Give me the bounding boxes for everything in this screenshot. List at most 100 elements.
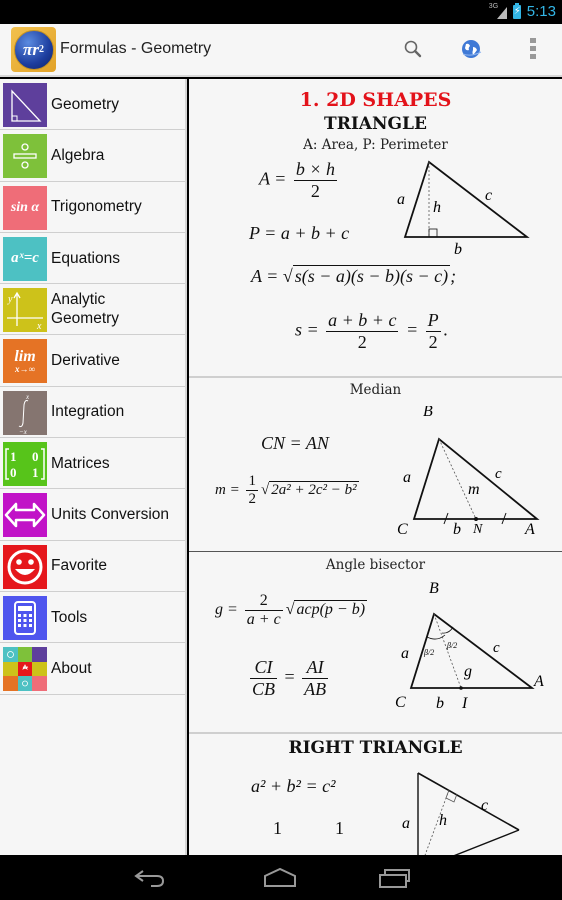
semi-perimeter-formula: s = a + b + c2 = P2. <box>295 310 448 353</box>
median-diagram: B C A N a b c m <box>397 406 540 538</box>
svg-text:x: x <box>36 321 42 332</box>
bisector-heading: Angle bisector <box>325 557 426 573</box>
label-line-1: Analytic <box>51 291 106 309</box>
ratio-numerator-2: AI <box>302 657 329 679</box>
m-lhs: m = <box>215 481 240 498</box>
recent-apps-button[interactable] <box>375 863 415 893</box>
s-fraction-2: P2 <box>425 310 441 353</box>
label-a: a <box>397 191 405 208</box>
sidebar-item-integration[interactable]: x −x Integration <box>0 387 185 439</box>
label-A: A <box>524 521 535 538</box>
sidebar-item-label: Tools <box>51 608 88 626</box>
ratio-denominator-2: AB <box>304 679 327 699</box>
median-block: Median CN = AN m = 1 2 √ 2a² + 2c² − b² B C… <box>189 378 562 551</box>
sidebar-item-favorite[interactable]: Favorite <box>0 541 185 592</box>
sidebar-item-derivative[interactable]: lim x→∞ Derivative <box>0 335 185 387</box>
sidebar-item-algebra[interactable]: Algebra <box>0 130 185 182</box>
shape-title: TRIANGLE <box>324 114 427 134</box>
s-lhs: s = <box>295 319 319 340</box>
s-denominator-2: 2 <box>428 332 438 352</box>
shape-subtitle: A: Area, P: Perimeter <box>303 137 448 153</box>
svg-text:0: 0 <box>10 465 17 480</box>
label-B: B <box>429 580 439 597</box>
svg-text:1: 1 <box>32 465 39 480</box>
ratio-numerator-1: CI <box>250 657 278 679</box>
back-button[interactable] <box>130 863 170 893</box>
search-button[interactable] <box>398 34 428 64</box>
ratio-fraction-1: CI CB <box>250 657 278 700</box>
median-formula: m = 1 2 √ 2a² + 2c² − b² <box>215 473 359 507</box>
sidebar-item-geometry[interactable]: Geometry <box>0 79 185 131</box>
label-N: N <box>472 522 483 537</box>
heron-tail: ; <box>450 266 457 286</box>
sidebar-item-about[interactable]: About <box>0 643 185 695</box>
bisector-formula: g = 2a + c √ acp(p − b) <box>215 592 368 629</box>
icon-text: aˣ=c <box>11 250 39 267</box>
label-b: b <box>436 695 444 712</box>
back-icon <box>134 870 165 887</box>
label-C: C <box>397 521 408 538</box>
ratio-denominator-1: CB <box>252 679 276 699</box>
system-nav-bar <box>0 855 562 900</box>
bisector-diagram: B C A I a b c g β/2 β/2 <box>395 580 544 712</box>
sidebar-item-label: Integration <box>51 403 125 421</box>
sidebar-item-matrices[interactable]: 1 0 0 1 Matrices <box>0 438 185 490</box>
svg-text:−x: −x <box>19 428 28 435</box>
home-button[interactable] <box>260 863 300 893</box>
integral-icon: x −x <box>3 390 47 435</box>
label-half-angle-1: β/2 <box>423 648 434 657</box>
label-B: B <box>423 406 433 420</box>
label-m: m <box>468 481 480 498</box>
heron-radicand: s(s − a)(s − b)(s − c) <box>292 265 451 286</box>
overflow-menu-button[interactable] <box>518 34 548 64</box>
g-numerator: 2 <box>244 592 283 611</box>
clock: 5:13 <box>526 3 556 20</box>
label-line-2: Geometry <box>51 310 120 328</box>
label-c: c <box>481 797 488 814</box>
app-icon-text: πr <box>23 39 39 59</box>
g-denominator: a + c <box>246 611 281 628</box>
sidebar: Geometry Algebra sin α Trigonometry aˣ=c… <box>0 79 187 855</box>
label-g: g <box>464 663 472 680</box>
battery-charging-icon: ⚡ <box>512 2 521 19</box>
signal-icon: 3G <box>489 3 507 20</box>
label-h: h <box>439 812 447 829</box>
g-fraction: 2a + c <box>244 592 283 629</box>
sidebar-item-tools[interactable]: Tools <box>0 592 185 644</box>
sidebar-item-label: About <box>51 659 92 677</box>
overflow-menu-icon <box>530 38 536 59</box>
icon-text: sin α <box>10 199 40 215</box>
sidebar-item-label: Algebra <box>51 146 105 164</box>
sidebar-item-trigonometry[interactable]: sin α Trigonometry <box>0 182 185 233</box>
right-triangle-diagram: a h c <box>402 772 520 855</box>
svg-text:0: 0 <box>32 449 39 464</box>
language-button[interactable] <box>456 34 486 64</box>
section-title: 1. 2D SHAPES <box>299 89 452 111</box>
status-bar: 3G ⚡ 5:13 <box>0 0 562 24</box>
triangle-diagram: a h c b <box>397 160 530 257</box>
ratio-equals: = <box>284 666 295 687</box>
svg-text:x: x <box>25 393 30 401</box>
home-icon <box>264 867 296 887</box>
sidebar-item-equations[interactable]: aˣ=c Equations <box>0 233 185 285</box>
label-b: b <box>454 241 462 257</box>
axes-icon: y x <box>3 288 47 333</box>
formula-content[interactable]: 1. 2D SHAPES TRIANGLE A: Area, P: Perime… <box>189 79 562 855</box>
partial-formula-1: 1 <box>273 818 282 838</box>
sidebar-item-analytic-geometry[interactable]: y x Analytic Geometry <box>0 284 185 336</box>
matrix-icon: 1 0 0 1 <box>3 442 47 487</box>
s-numerator: a + b + c <box>326 310 399 332</box>
sidebar-item-label: Units Conversion <box>51 506 170 524</box>
area-formula: A = b × h2 <box>259 159 340 202</box>
label-c: c <box>485 187 492 204</box>
sidebar-item-units-conversion[interactable]: Units Conversion <box>0 489 185 541</box>
app-icon[interactable]: πr 2 <box>11 27 56 72</box>
svg-text:1: 1 <box>10 449 17 464</box>
area-fraction: b × h2 <box>293 159 337 202</box>
s-tail: . <box>443 319 449 340</box>
triangle-formulas: A = b × h2 P = a + b + c a h c b <box>189 153 562 258</box>
ratio-fraction-2: AI AB <box>302 657 329 700</box>
median-heading: Median <box>349 382 402 398</box>
area-lhs: A = <box>259 168 287 189</box>
bisector-ratio: CI CB = AI AB <box>247 657 331 700</box>
